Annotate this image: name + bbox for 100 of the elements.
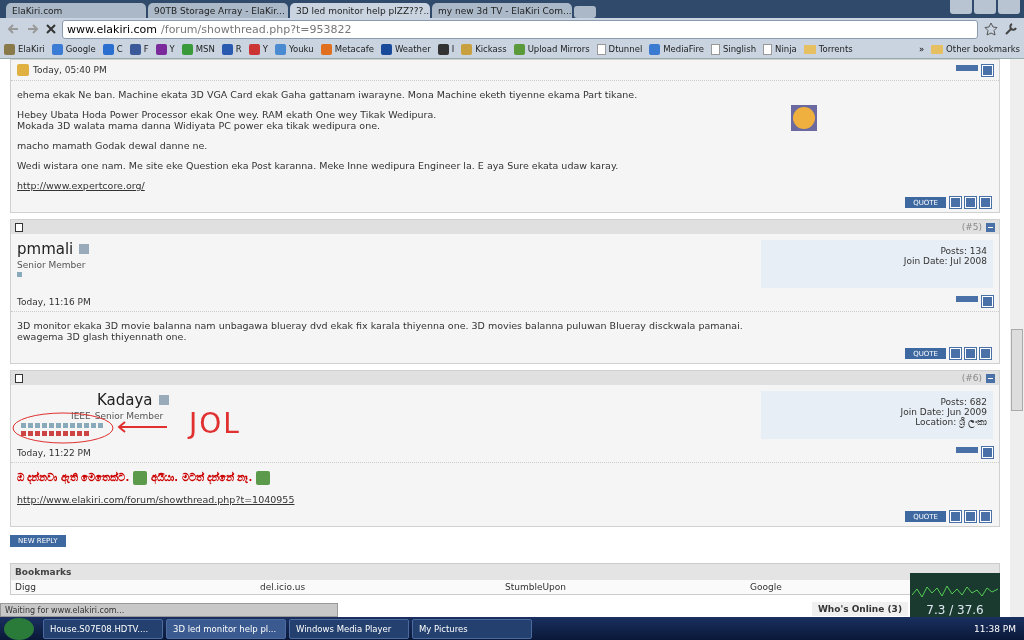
bookmark-item[interactable]: Youku xyxy=(274,43,314,55)
bookmark-label: Upload Mirrors xyxy=(527,44,590,54)
bookmark-item[interactable]: Metacafe xyxy=(320,43,374,55)
bookmark-label: Youku xyxy=(288,44,314,54)
status-text: Waiting for www.elakiri.com... xyxy=(0,603,338,617)
bookmark-item[interactable]: Dtunnel xyxy=(596,43,643,55)
annotation-arrow xyxy=(117,421,167,433)
bookmark-item[interactable]: Y xyxy=(155,43,175,55)
post-link[interactable]: http://www.elakiri.com/forum/showthread.php?t=1040955 xyxy=(17,494,295,505)
post-date: Today, 11:22 PM xyxy=(17,447,91,458)
bookmark-label: C xyxy=(116,44,123,54)
bookmark-item[interactable]: MediaFire xyxy=(649,43,704,55)
post-number: (#6) xyxy=(961,373,982,383)
bookmark-label: Weather xyxy=(394,44,431,54)
bookmark-item[interactable]: Kickass xyxy=(461,43,507,55)
collapse-icon[interactable] xyxy=(986,222,995,232)
user-stat: Posts: 134 xyxy=(940,246,987,256)
post-date: Today, 11:16 PM xyxy=(17,296,91,307)
bookmark-item[interactable]: Other bookmarks xyxy=(931,44,1020,54)
post-text: Hebey Ubata Hoda Power Processor ekak One wey. RAM ekath One wey Tikak Wedipura. Mokada 3D walata mama danna Widiyata PC power eka tikak wedipura one. xyxy=(17,109,437,131)
social-bookmark-link[interactable]: StumbleUpon xyxy=(505,582,566,592)
user-stat: Location: ශ්‍රී ලංකා xyxy=(915,417,987,428)
social-bookmark-link[interactable]: Digg xyxy=(15,582,36,592)
bookmark-label: Metacafe xyxy=(334,44,374,54)
post-link[interactable]: http://www.expertcore.org/ xyxy=(17,180,145,191)
whos-online-label: Who's Online (3) xyxy=(811,602,908,616)
social-bookmark-link[interactable]: del.icio.us xyxy=(260,582,306,592)
bookmark-item[interactable]: R xyxy=(221,43,242,55)
bookmark-item[interactable]: C xyxy=(102,43,123,55)
bookmark-item[interactable]: Google xyxy=(51,43,96,55)
meter-reading: 7.3 / 37.6 xyxy=(926,603,984,617)
post-text: අයියා. මටත් දන්නේ නෑ. xyxy=(151,472,253,484)
bookmark-label: Ninja xyxy=(775,44,797,54)
bookmark-item[interactable]: Weather xyxy=(380,43,431,55)
page-icon xyxy=(710,43,720,55)
user-stat: Posts: 682 xyxy=(940,397,987,407)
post-text: Wedi wistara one nam. Me site eke Question eka Post karanna. Meke Inne wedipura Engineer la. E aya Sure ekata udaw karay. xyxy=(17,160,619,171)
bookmark-label: MediaFire xyxy=(663,44,704,54)
start-button[interactable] xyxy=(4,617,34,640)
username[interactable]: pmmali xyxy=(17,240,74,258)
bookmark-label: Other bookmarks xyxy=(946,44,1020,54)
post-text: ඔ දන්නවා ඇති මෙතෙක්ට. xyxy=(17,472,130,484)
folder-icon xyxy=(803,44,816,54)
stop-icon[interactable] xyxy=(46,24,56,34)
bookmark-item[interactable]: Upload Mirrors xyxy=(513,43,590,55)
address-field[interactable]: www.elakiri.com /forum/showthread.php?t=953822 xyxy=(62,19,978,39)
bookmark-item[interactable]: Singlish xyxy=(710,43,757,55)
user-title: Senior Member xyxy=(94,411,164,421)
bookmark-label: ElaKiri xyxy=(18,44,45,54)
social-bookmark-link[interactable]: Google xyxy=(750,582,782,592)
bookmark-label: I xyxy=(451,44,455,54)
clock: 11:38 PM xyxy=(974,623,1016,634)
username[interactable]: Kadaya xyxy=(97,391,153,409)
taskbar-button[interactable]: 3D led monitor help pl... xyxy=(166,618,286,639)
folder-icon xyxy=(931,44,944,54)
bookmark-label: Kickass xyxy=(475,44,507,54)
bookmark-label: F xyxy=(143,44,149,54)
user-prefix: IEEE xyxy=(71,411,91,421)
bookmark-label: MSN xyxy=(195,44,215,54)
user-title: Senior Member xyxy=(17,260,86,270)
browser-tab[interactable]: my new 3d TV - ElaKiri Com... xyxy=(432,3,572,18)
bookmark-item[interactable]: Ninja xyxy=(763,43,797,55)
taskbar-button[interactable]: House.S07E08.HDTV.... xyxy=(43,618,163,639)
bookmark-item[interactable]: F xyxy=(129,43,149,55)
taskbar-button[interactable]: My Pictures xyxy=(412,618,532,639)
panel-title: Bookmarks xyxy=(11,564,999,580)
browser-tab[interactable]: ElaKiri.com xyxy=(6,3,146,18)
bookmark-label: Y xyxy=(169,44,175,54)
bookmark-item[interactable]: MSN xyxy=(181,43,215,55)
user-stat: Join Date: Jun 2009 xyxy=(900,407,987,417)
bookmark-label: Torrents xyxy=(818,44,853,54)
browser-tab[interactable]: 90TB Storage Array - ElaKir... xyxy=(148,3,288,18)
more-bookmarks-button[interactable]: » xyxy=(918,44,925,54)
bookmark-label: R xyxy=(235,44,242,54)
post-icon xyxy=(15,373,23,383)
post-text: macho mamath Godak dewal danne ne. xyxy=(17,140,208,151)
star-icon[interactable] xyxy=(984,22,998,36)
bookmark-item[interactable]: Torrents xyxy=(803,44,853,54)
post-text: ehema ekak Ne ban. Machine ekata 3D VGA Card ekak Gaha gattanam iwarayne. Mona Machine eketh tiyenne ekama Part tikane. xyxy=(17,89,638,100)
bookmark-label: Google xyxy=(65,44,96,54)
sun-icon xyxy=(791,105,817,131)
post-text: 3D monitor ekaka 3D movie balanna nam unbagawa blueray dvd ekak fix karala thiyenna one. 3D movies balanna puluwan Blueray disckwala pamanai. ewagema 3D glash thiyennath one. xyxy=(17,320,743,342)
bookmark-label: Dtunnel xyxy=(608,44,643,54)
scrollbar-thumb[interactable] xyxy=(1011,329,1023,411)
bookmark-item[interactable]: I xyxy=(437,43,455,55)
page-icon xyxy=(596,43,606,55)
bookmark-item[interactable]: ElaKiri xyxy=(4,43,45,55)
wrench-icon[interactable] xyxy=(1004,22,1018,36)
bookmark-label: Singlish xyxy=(722,44,757,54)
user-stat: Join Date: Jul 2008 xyxy=(903,256,987,266)
post-number: (#5) xyxy=(961,222,982,232)
collapse-icon[interactable] xyxy=(986,373,995,383)
taskbar-button[interactable]: Windows Media Player xyxy=(289,618,409,639)
bookmark-label: Y xyxy=(262,44,268,54)
page-icon xyxy=(763,43,773,55)
post-date: Today, 05:40 PM xyxy=(33,65,107,75)
bookmark-item[interactable]: Y xyxy=(248,43,268,55)
browser-tab[interactable]: 3D led monitor help plZZ???... xyxy=(290,3,430,18)
post-icon xyxy=(15,222,23,232)
annotation-text: JOL xyxy=(189,407,241,440)
